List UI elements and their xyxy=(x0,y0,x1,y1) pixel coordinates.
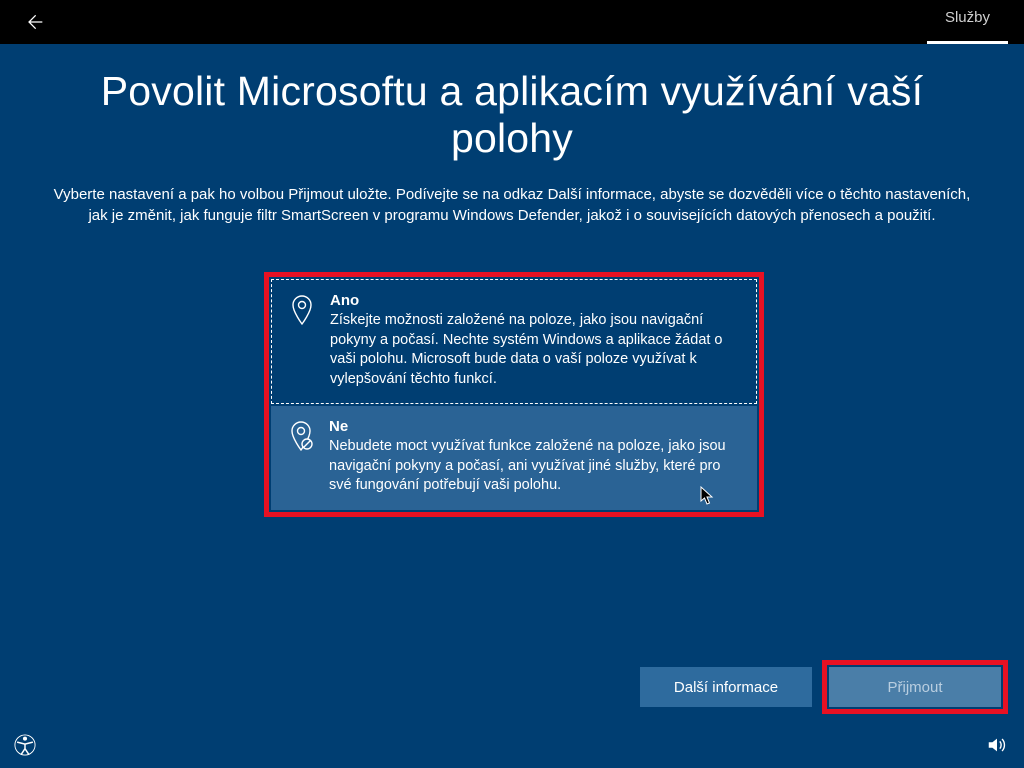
option-yes-title: Ano xyxy=(330,292,738,309)
option-no[interactable]: Ne Nebudete moct využívat funkce založen… xyxy=(271,406,757,510)
title-bar: Služby xyxy=(0,0,1024,44)
accept-label: Přijmout xyxy=(887,679,942,696)
location-pin-icon xyxy=(290,292,316,389)
option-yes[interactable]: Ano Získejte možnosti založené na poloze… xyxy=(271,279,757,404)
tab-services[interactable]: Služby xyxy=(927,0,1008,44)
option-yes-desc: Získejte možnosti založené na poloze, ja… xyxy=(330,311,738,389)
bottom-button-row: Další informace Přijmout xyxy=(640,660,1008,714)
volume-button[interactable] xyxy=(986,734,1010,758)
page-subtitle: Vyberte nastavení a pak ho volbou Přijmo… xyxy=(0,184,1024,226)
back-button[interactable] xyxy=(20,8,48,36)
option-no-desc: Nebudete moct využívat funkce založené n… xyxy=(329,437,739,496)
options-annotation-box: Ano Získejte možnosti založené na poloze… xyxy=(264,272,764,517)
location-pin-disabled-icon xyxy=(289,418,315,496)
accept-button[interactable]: Přijmout xyxy=(829,667,1001,707)
ease-of-access-button[interactable] xyxy=(14,734,38,758)
page-title: Povolit Microsoftu a aplikacím využívání… xyxy=(0,68,1024,162)
accept-annotation-box: Přijmout xyxy=(822,660,1008,714)
ease-of-access-icon xyxy=(14,734,36,756)
tab-label: Služby xyxy=(945,9,990,26)
volume-icon xyxy=(986,734,1008,756)
arrow-left-icon xyxy=(24,12,44,32)
more-info-button[interactable]: Další informace xyxy=(640,667,812,707)
more-info-label: Další informace xyxy=(674,679,778,696)
option-no-title: Ne xyxy=(329,418,739,435)
